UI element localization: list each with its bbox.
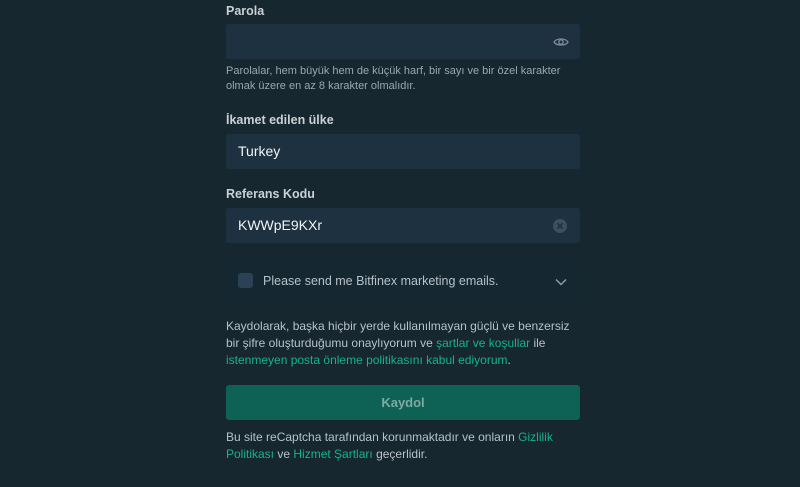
marketing-label: Please send me Bitfinex marketing emails… [263, 274, 499, 288]
country-value: Turkey [238, 143, 281, 159]
marketing-checkbox[interactable] [238, 273, 253, 288]
clear-icon[interactable] [552, 218, 568, 234]
recaptcha-notice: Bu site reCaptcha tarafından korunmaktad… [226, 429, 586, 463]
password-hint: Parolalar, hem büyük hem de küçük harf, … [226, 65, 561, 92]
referral-value: KWWpE9KXr [238, 217, 323, 233]
referral-input[interactable]: KWWpE9KXr [226, 208, 580, 243]
signup-button[interactable]: Kaydol [226, 385, 580, 420]
country-label: İkamet edilen ülke [226, 113, 334, 127]
antispam-policy-link[interactable]: istenmeyen posta önleme politikasını kab… [226, 353, 507, 367]
recaptcha-text-2: ve [274, 447, 294, 461]
recaptcha-text-3: geçerlidir. [372, 447, 428, 461]
referral-label: Referans Kodu [226, 187, 315, 201]
terms-text: Kaydolarak, başka hiçbir yerde kullanılm… [226, 318, 586, 369]
terms-link[interactable]: şartlar ve koşullar [436, 336, 530, 350]
terms-of-service-link[interactable]: Hizmet Şartları [293, 447, 372, 461]
terms-text-3: . [507, 353, 511, 367]
terms-text-2: ile [530, 336, 546, 350]
recaptcha-text-1: Bu site reCaptcha tarafından korunmaktad… [226, 430, 519, 444]
country-select[interactable]: Turkey [226, 134, 580, 169]
marketing-opt-in[interactable]: Please send me Bitfinex marketing emails… [226, 261, 580, 301]
password-field[interactable] [226, 24, 580, 59]
eye-icon[interactable] [553, 34, 569, 50]
chevron-down-icon[interactable] [554, 275, 568, 287]
password-label: Parola [226, 4, 265, 18]
